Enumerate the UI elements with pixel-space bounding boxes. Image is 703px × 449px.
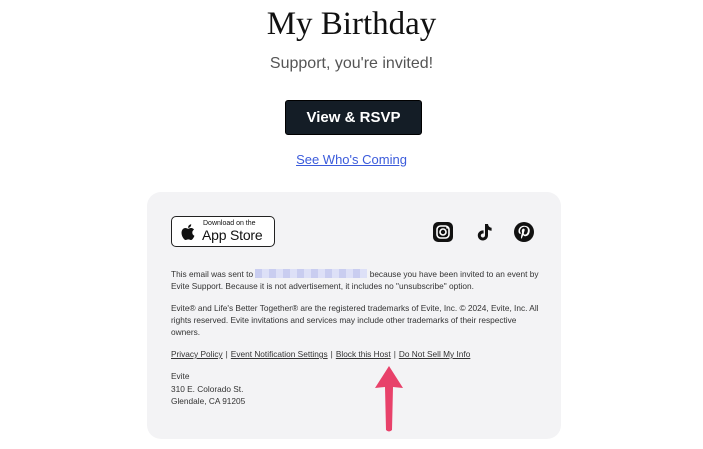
app-store-badge[interactable]: Download on the App Store [171,216,275,247]
footer-links: Privacy Policy | Event Notification Settin… [171,349,470,359]
pinterest-icon[interactable] [514,222,534,242]
app-store-label: App Store [202,227,263,243]
apple-icon [181,224,195,240]
link-separator: | [330,349,333,359]
do-not-sell-link[interactable]: Do Not Sell My Info [399,349,470,359]
view-rsvp-button[interactable]: View & RSVP [285,100,422,135]
privacy-policy-link[interactable]: Privacy Policy [171,349,223,359]
app-store-small-text: Download on the [203,220,256,227]
trademark-notice: Evite® and Life's Better Together® are t… [171,303,539,337]
see-whos-coming-link[interactable]: See Who's Coming [0,152,703,167]
notice-prefix: This email was sent to [171,269,254,279]
company-address: Evite 310 E. Colorado St. Glendale, CA 9… [171,370,541,408]
link-separator: | [393,349,396,359]
link-separator: | [225,349,228,359]
tiktok-icon[interactable] [474,222,494,242]
redacted-email [255,269,368,278]
instagram-icon[interactable] [433,222,453,242]
invite-subtitle: Support, you're invited! [269,55,434,72]
event-title: My Birthday [266,6,437,42]
address-street: 310 E. Colorado St. [171,383,244,394]
address-city: Glendale, CA 91205 [171,396,246,406]
address-name: Evite [171,371,190,381]
email-footer: Download on the App Store This email was… [147,192,561,439]
annotation-arrow [375,366,403,432]
event-notification-settings-link[interactable]: Event Notification Settings [231,349,328,359]
email-notice: This email was sent to because you have … [171,268,541,292]
block-host-link[interactable]: Block this Host [336,349,391,359]
